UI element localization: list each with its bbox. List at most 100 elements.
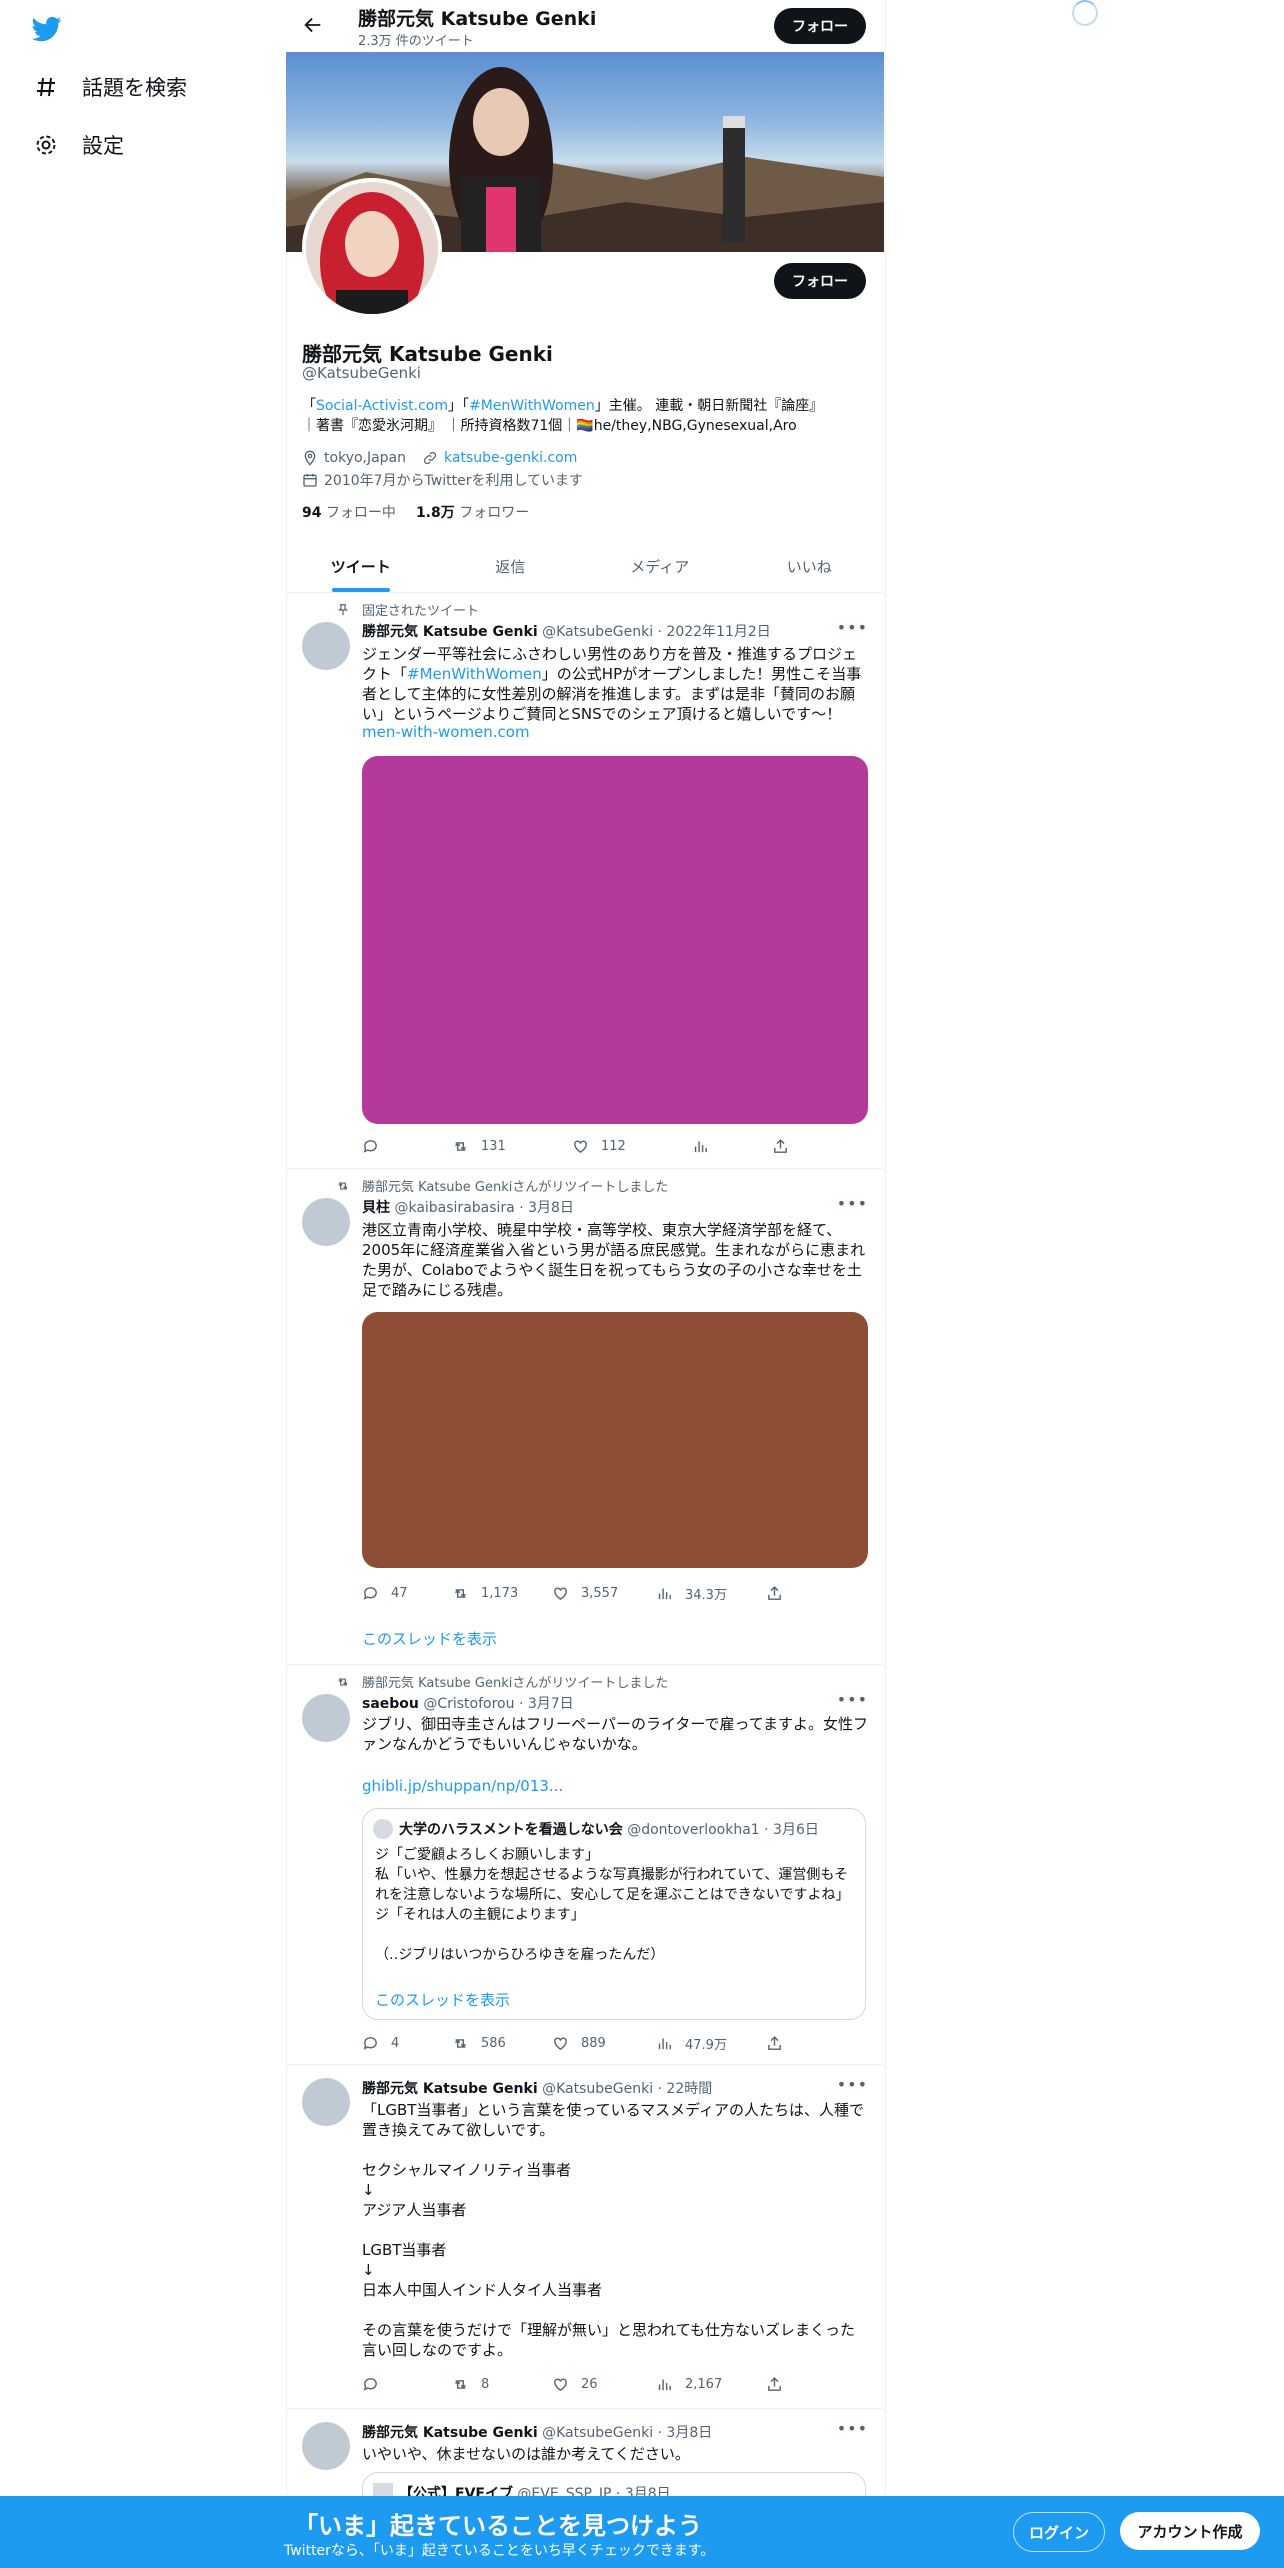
profile-handle: @KatsubeGenki bbox=[302, 364, 421, 382]
share-icon bbox=[774, 1139, 787, 1153]
profile-avatar[interactable] bbox=[302, 178, 442, 318]
views-button[interactable] bbox=[692, 1138, 772, 1155]
tab-likes[interactable]: いいね bbox=[735, 540, 885, 592]
profile-bio: 「Social-Activist.com」「#MenWithWomen」主催。 … bbox=[302, 396, 862, 436]
tweet-author-avatar[interactable] bbox=[302, 2078, 350, 2126]
retweeted-by-label: 勝部元気 Katsube Genkiさんがリツイートしました bbox=[362, 1676, 669, 1691]
tweet-author-name[interactable]: 貝柱 bbox=[362, 1200, 390, 1216]
reply-button[interactable] bbox=[362, 1138, 452, 1155]
tweet-author-avatar[interactable] bbox=[302, 2422, 350, 2470]
bio-hashtag-link[interactable]: #MenWithWomen bbox=[469, 398, 595, 414]
retweet-button[interactable]: 586 bbox=[452, 2034, 552, 2053]
following-stat[interactable]: 94 フォロー中 bbox=[302, 502, 396, 522]
bar-chart-icon bbox=[658, 2038, 671, 2050]
tweet-author-name[interactable]: saebou bbox=[362, 1696, 419, 1712]
show-thread-link[interactable]: このスレッドを表示 bbox=[362, 1628, 497, 1649]
like-button[interactable]: 112 bbox=[572, 1138, 692, 1155]
views-button[interactable]: 47.9万 bbox=[656, 2034, 766, 2053]
bar-chart-icon bbox=[658, 1588, 671, 1600]
views-count: 34.3万 bbox=[685, 1588, 727, 1603]
tweet-handle-time: @KatsubeGenki · 22時間 bbox=[542, 2081, 713, 2097]
profile-follow-button[interactable]: フォロー bbox=[774, 263, 866, 299]
share-button[interactable] bbox=[772, 1138, 862, 1155]
tweet-author-name[interactable]: 勝部元気 Katsube Genki bbox=[362, 2081, 538, 2097]
profile-website-link[interactable]: katsube-genki.com bbox=[444, 450, 577, 466]
views-button[interactable]: 2,167 bbox=[656, 2376, 766, 2393]
like-button[interactable]: 889 bbox=[552, 2034, 656, 2053]
reply-icon bbox=[363, 2378, 377, 2391]
tab-replies[interactable]: 返信 bbox=[436, 540, 586, 592]
tweet-media-image[interactable] bbox=[362, 1312, 868, 1568]
profile-stats: 94 フォロー中 1.8万 フォロワー bbox=[302, 502, 529, 522]
signup-button[interactable]: アカウント作成 bbox=[1120, 2512, 1260, 2550]
bar-chart-icon bbox=[658, 2379, 671, 2391]
twitter-bird-icon[interactable] bbox=[32, 14, 62, 44]
more-options-icon[interactable]: ••• bbox=[837, 1194, 868, 1213]
tweet-author-name[interactable]: 勝部元気 Katsube Genki bbox=[362, 2425, 538, 2441]
more-options-icon[interactable]: ••• bbox=[837, 2419, 868, 2438]
reply-button[interactable]: 47 bbox=[362, 1584, 452, 1603]
retweet-count: 1,173 bbox=[481, 1586, 519, 1601]
tweet-url-link[interactable]: ghibli.jp/shuppan/np/013... bbox=[362, 1776, 868, 1796]
quoted-show-thread-link[interactable]: このスレッドを表示 bbox=[375, 1989, 510, 2010]
calendar-icon bbox=[303, 474, 317, 487]
retweet-count: 131 bbox=[481, 1139, 506, 1154]
bio-text: 「 bbox=[302, 398, 316, 414]
login-button[interactable]: ログイン bbox=[1013, 2512, 1105, 2552]
tweet-url-link[interactable]: men-with-women.com bbox=[362, 722, 868, 742]
reply-button[interactable]: 4 bbox=[362, 2034, 452, 2053]
following-label: フォロー中 bbox=[325, 505, 396, 521]
views-button[interactable]: 34.3万 bbox=[656, 1584, 766, 1603]
tweet-card[interactable]: 勝部元気 Katsube Genki @KatsubeGenki · 22時間 … bbox=[286, 2064, 884, 2409]
views-count: 47.9万 bbox=[685, 2038, 727, 2053]
share-button[interactable] bbox=[766, 1584, 856, 1603]
tweet-media-image[interactable] bbox=[362, 756, 868, 1124]
retweet-button[interactable]: 8 bbox=[452, 2376, 552, 2393]
tweet-card[interactable]: 勝部元気 Katsube Genkiさんがリツイートしました 貝柱 @kaiba… bbox=[286, 1168, 884, 1665]
quoted-handle-time: @dontoverlookha1 · 3月6日 bbox=[627, 1822, 819, 1838]
profile-name: 勝部元気 Katsube Genki bbox=[302, 342, 553, 366]
tweet-author-avatar[interactable] bbox=[302, 1694, 350, 1742]
like-count: 26 bbox=[581, 2377, 598, 2392]
quoted-author-avatar bbox=[373, 1819, 393, 1839]
more-options-icon[interactable]: ••• bbox=[837, 1690, 868, 1709]
like-button[interactable]: 3,557 bbox=[552, 1584, 656, 1603]
share-button[interactable] bbox=[766, 2376, 856, 2393]
tweet-hashtag-link[interactable]: #MenWithWomen bbox=[407, 665, 542, 683]
followers-count: 1.8万 bbox=[415, 505, 455, 521]
tweet-card[interactable]: 固定されたツイート 勝部元気 Katsube Genki @KatsubeGen… bbox=[286, 592, 884, 1169]
loading-spinner-icon bbox=[1072, 0, 1098, 26]
reply-button[interactable] bbox=[362, 2376, 452, 2393]
tweet-actions: 4 586 889 47.9万 bbox=[362, 2034, 856, 2053]
quoted-tweet-text: ジ「ご愛顧よろしくお願いします」 私「いや、性暴力を想起させるような写真撮影が行… bbox=[375, 1847, 850, 1963]
nav-settings[interactable]: 設定 bbox=[34, 130, 124, 160]
tab-tweets[interactable]: ツイート bbox=[286, 540, 436, 592]
nav-explore[interactable]: 話題を検索 bbox=[34, 72, 187, 102]
header-tweet-count: 2.3万 件のツイート bbox=[358, 34, 474, 49]
retweet-icon bbox=[455, 1589, 466, 1598]
like-button[interactable]: 26 bbox=[552, 2376, 656, 2393]
quoted-tweet[interactable]: 大学のハラスメントを看過しない会 @dontoverlookha1 · 3月6日… bbox=[362, 1808, 866, 2020]
more-options-icon[interactable]: ••• bbox=[837, 618, 868, 637]
followers-stat[interactable]: 1.8万 フォロワー bbox=[416, 502, 529, 522]
tweet-author-name[interactable]: 勝部元気 Katsube Genki bbox=[362, 624, 538, 640]
profile-location: tokyo,Japan bbox=[324, 450, 407, 466]
share-button[interactable] bbox=[766, 2034, 856, 2053]
tab-media[interactable]: メディア bbox=[585, 540, 735, 592]
following-count: 94 bbox=[302, 505, 322, 521]
share-icon bbox=[768, 2377, 781, 2391]
tweet-author-avatar[interactable] bbox=[302, 1198, 350, 1246]
retweet-button[interactable]: 1,173 bbox=[452, 1584, 552, 1603]
retweet-icon bbox=[455, 2380, 466, 2389]
tweet-card[interactable]: 勝部元気 Katsube Genkiさんがリツイートしました saebou @C… bbox=[286, 1664, 884, 2065]
bio-link-social-activist[interactable]: Social-Activist.com bbox=[316, 398, 448, 414]
header-name: 勝部元気 Katsube Genki bbox=[358, 8, 597, 30]
retweet-button[interactable]: 131 bbox=[452, 1138, 572, 1155]
hashtag-icon bbox=[37, 77, 55, 97]
back-arrow-icon[interactable] bbox=[302, 14, 324, 36]
reply-icon bbox=[363, 1140, 377, 1153]
nav-settings-label: 設定 bbox=[82, 134, 124, 158]
more-options-icon[interactable]: ••• bbox=[837, 2075, 868, 2094]
tweet-author-avatar[interactable] bbox=[302, 622, 350, 670]
header-follow-button[interactable]: フォロー bbox=[774, 8, 866, 44]
